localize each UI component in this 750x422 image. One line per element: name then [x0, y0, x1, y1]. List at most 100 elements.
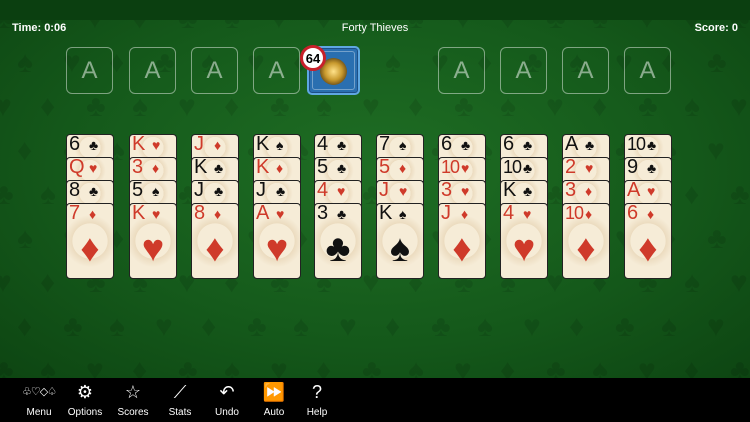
stats-label: Stats: [168, 407, 192, 418]
felt-suit-decor: ♠: [40, 178, 56, 211]
help-icon: ?: [311, 382, 322, 402]
menu-button[interactable]: ♧♡◇♤ Menu: [13, 380, 65, 422]
card-corner-suit-icon: ♥: [276, 206, 285, 222]
card-corner-suit-icon: ♣: [214, 183, 224, 199]
card-corner-suit-icon: ♥: [337, 183, 346, 199]
foundation-slot-1[interactable]: A: [66, 47, 113, 94]
undo-button[interactable]: ↶ Undo: [201, 380, 253, 422]
undo-icon: ↶: [219, 382, 235, 402]
card-rank: 3: [132, 157, 143, 178]
felt-suit-decor: ♣: [707, 222, 727, 255]
foundation-slot-4[interactable]: A: [253, 47, 300, 94]
foundation-slot-2[interactable]: A: [129, 47, 176, 94]
felt-suit-decor: ♠: [477, 310, 493, 343]
felt-suit-decor: ♦: [17, 134, 33, 167]
tableau-card[interactable]: 3 ♣ ♣: [314, 203, 362, 279]
felt-suit-decor: ♣: [0, 354, 14, 379]
stock-count-badge: 64: [300, 45, 326, 71]
card-corner-suit-icon: ♦: [585, 183, 593, 199]
tableau-card[interactable]: K ♥ ♥: [129, 203, 177, 279]
card-corner-suit-icon: ♣: [523, 183, 533, 199]
card-rank: K: [503, 180, 516, 201]
felt-suit-decor: ♠: [40, 354, 56, 379]
tableau-card[interactable]: A ♥ ♥: [253, 203, 301, 279]
scores-button[interactable]: ☆ Scores: [107, 380, 159, 422]
felt-suit-decor: ♦: [132, 354, 148, 379]
card-center-suit-icon: ♠: [389, 228, 411, 270]
felt-suit-decor: ♥: [155, 310, 173, 343]
felt-suit-decor: ♣: [730, 178, 750, 211]
foundation-slot-7[interactable]: A: [562, 47, 609, 94]
foundation-slot-8[interactable]: A: [624, 47, 671, 94]
card-rank: A: [256, 203, 269, 224]
felt-suit-decor: ♥: [270, 354, 288, 379]
felt-suit-decor: ♣: [362, 354, 382, 379]
felt-suit-decor: ♠: [109, 310, 125, 343]
felt-suit-decor: ♥: [339, 310, 357, 343]
felt-suit-decor: ♠: [316, 90, 332, 123]
stats-button[interactable]: ⟋ Stats: [154, 380, 206, 422]
card-corner-suit-icon: ♣: [647, 137, 657, 153]
foundation-slot-6[interactable]: A: [500, 47, 547, 94]
options-label: Options: [67, 407, 103, 418]
tableau-card[interactable]: K ♠ ♠: [376, 203, 424, 279]
tableau-card[interactable]: 8 ♦ ♦: [191, 203, 239, 279]
tableau-card[interactable]: 7 ♦ ♦: [66, 203, 114, 279]
felt-suit-decor: ♦: [500, 354, 516, 379]
card-center-suit-icon: ♦: [80, 228, 100, 270]
card-rank: J: [379, 180, 389, 201]
tableau-card[interactable]: 10 ♦ ♦: [562, 203, 610, 279]
card-rank: K: [256, 134, 269, 155]
card-corner-suit-icon: ♦: [399, 160, 407, 176]
felt-suit-decor: ♦: [408, 90, 424, 123]
tableau-card[interactable]: 6 ♦ ♦: [624, 203, 672, 279]
tableau-card[interactable]: J ♦ ♦: [438, 203, 486, 279]
felt-suit-decor: ♦: [224, 90, 240, 123]
card-rank: 8: [194, 203, 205, 224]
felt-suit-decor: ♣: [615, 310, 635, 343]
undo-label: Undo: [215, 407, 239, 418]
card-rank: 4: [317, 180, 328, 201]
options-icon: ⚙: [76, 382, 94, 402]
card-rank: 6: [627, 203, 638, 224]
card-corner-suit-icon: ♦: [214, 137, 222, 153]
card-corner-suit-icon: ♦: [461, 206, 469, 222]
felt-suit-decor: ♥: [523, 310, 541, 343]
card-rank: K: [194, 157, 207, 178]
card-rank: 5: [132, 180, 143, 201]
card-center-suit-icon: ♥: [512, 228, 536, 270]
felt-suit-decor: ♠: [385, 46, 401, 79]
card-corner-suit-icon: ♠: [152, 183, 160, 199]
card-corner-suit-icon: ♣: [214, 160, 224, 176]
card-corner-suit-icon: ♥: [647, 183, 656, 199]
card-rank: J: [256, 180, 266, 201]
card-center-suit-icon: ♥: [141, 228, 165, 270]
tableau-card[interactable]: 4 ♥ ♥: [500, 203, 548, 279]
card-corner-suit-icon: ♣: [276, 183, 286, 199]
help-button[interactable]: ? Help: [291, 380, 343, 422]
felt-suit-decor: ♥: [86, 354, 104, 379]
card-rank: J: [441, 203, 451, 224]
card-rank: 5: [379, 157, 390, 178]
status-bar-strip: [0, 0, 750, 20]
card-rank: Q: [69, 157, 85, 178]
card-corner-suit-icon: ♥: [152, 137, 161, 153]
felt-suit-decor: ♣: [247, 310, 267, 343]
help-label: Help: [306, 407, 328, 418]
card-center-suit-icon: ♥: [265, 228, 289, 270]
felt-suit-decor: ♠: [684, 266, 700, 299]
card-center-suit-icon: ♦: [576, 228, 596, 270]
card-corner-suit-icon: ♥: [152, 206, 161, 222]
score-label: Score: 0: [694, 22, 738, 34]
felt-suit-decor: ♠: [293, 310, 309, 343]
foundation-slot-5[interactable]: A: [438, 47, 485, 94]
felt-suit-decor: ♥: [707, 310, 725, 343]
options-button[interactable]: ⚙ Options: [59, 380, 111, 422]
card-corner-suit-icon: ♠: [399, 206, 407, 222]
bottom-toolbar: ♧♡◇♤ Menu ⚙ Options ☆ Scores ⟋ Stats ↶ Undo ⏩ Auto?…: [0, 378, 750, 422]
felt-suit-decor: ♦: [17, 310, 33, 343]
foundation-slot-3[interactable]: A: [191, 47, 238, 94]
card-corner-suit-icon: ♥: [399, 183, 408, 199]
card-corner-suit-icon: ♣: [89, 137, 99, 153]
menu-label: Menu: [26, 407, 52, 418]
